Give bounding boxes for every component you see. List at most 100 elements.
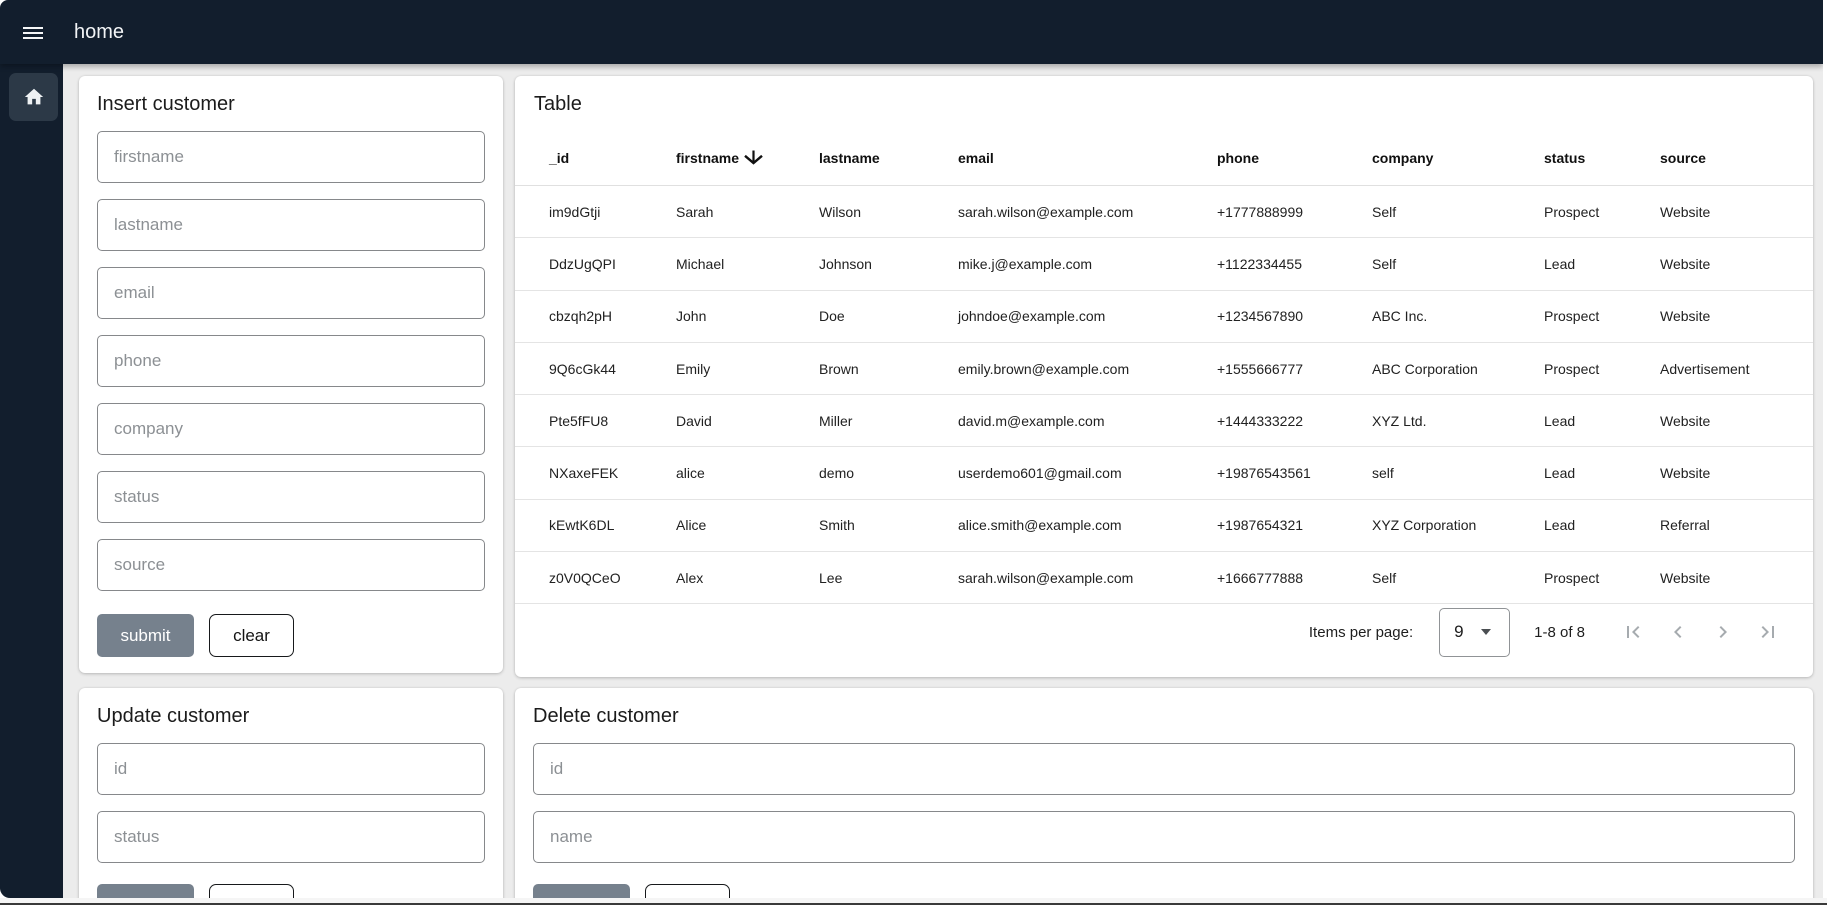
table-card: Table _id firstname lastname email phone… <box>515 76 1813 677</box>
cell-id: 9Q6cGk44 <box>549 361 676 377</box>
cell-source: Website <box>1660 256 1793 272</box>
table-row[interactable]: DdzUgQPI Michael Johnson mike.j@example.… <box>515 238 1813 290</box>
home-icon <box>23 86 45 108</box>
cell-id: cbzqh2pH <box>549 308 676 324</box>
update-form-fields <box>97 743 485 863</box>
table-row[interactable]: NXaxeFEK alice demo userdemo601@gmail.co… <box>515 447 1813 499</box>
first-page-button[interactable] <box>1610 610 1655 655</box>
cell-firstname: Michael <box>676 256 819 272</box>
cell-status: Prospect <box>1544 204 1660 220</box>
table-row[interactable]: cbzqh2pH John Doe johndoe@example.com +1… <box>515 291 1813 343</box>
cell-status: Lead <box>1544 517 1660 533</box>
cell-email: david.m@example.com <box>958 413 1217 429</box>
column-header-company[interactable]: company <box>1372 150 1544 166</box>
table-row[interactable]: 9Q6cGk44 Emily Brown emily.brown@example… <box>515 343 1813 395</box>
delete-submit-button[interactable]: submit <box>533 884 630 898</box>
update-form-input[interactable] <box>97 743 485 795</box>
table-paginator: Items per page: 9 1-8 of 8 <box>515 603 1813 677</box>
update-submit-button[interactable]: submit <box>97 884 194 898</box>
column-header-status[interactable]: status <box>1544 150 1660 166</box>
first-page-icon <box>1621 620 1645 644</box>
cell-status: Lead <box>1544 465 1660 481</box>
delete-form-input[interactable] <box>533 743 1795 795</box>
insert-form-input[interactable] <box>97 471 485 523</box>
cell-status: Prospect <box>1544 570 1660 586</box>
column-header-lastname[interactable]: lastname <box>819 150 958 166</box>
cell-id: kEwtK6DL <box>549 517 676 533</box>
cell-phone: +1987654321 <box>1217 517 1372 533</box>
cell-phone: +19876543561 <box>1217 465 1372 481</box>
delete-card-title: Delete customer <box>533 688 1795 728</box>
cell-firstname: Sarah <box>676 204 819 220</box>
insert-form-input[interactable] <box>97 199 485 251</box>
last-page-icon <box>1756 620 1780 644</box>
cell-company: ABC Corporation <box>1372 361 1544 377</box>
insert-clear-button[interactable]: clear <box>209 614 294 657</box>
delete-form-input[interactable] <box>533 811 1795 863</box>
paginator-range-label: 1-8 of 8 <box>1534 624 1585 641</box>
column-header-firstname[interactable]: firstname <box>676 150 819 166</box>
delete-form-fields <box>533 743 1795 863</box>
column-header-source[interactable]: source <box>1660 150 1793 166</box>
delete-clear-button[interactable]: clear <box>645 884 730 898</box>
cell-company: XYZ Corporation <box>1372 517 1544 533</box>
cell-source: Website <box>1660 465 1793 481</box>
cell-id: DdzUgQPI <box>549 256 676 272</box>
chevron-right-icon <box>1711 620 1735 644</box>
table-body: im9dGtji Sarah Wilson sarah.wilson@examp… <box>515 186 1813 604</box>
update-form-input[interactable] <box>97 811 485 863</box>
cell-status: Lead <box>1544 256 1660 272</box>
update-clear-button[interactable]: clear <box>209 884 294 898</box>
cell-firstname: John <box>676 308 819 324</box>
table-row[interactable]: z0V0QCeO Alex Lee sarah.wilson@example.c… <box>515 552 1813 604</box>
table-row[interactable]: im9dGtji Sarah Wilson sarah.wilson@examp… <box>515 186 1813 238</box>
cell-company: ABC Inc. <box>1372 308 1544 324</box>
cell-email: sarah.wilson@example.com <box>958 570 1217 586</box>
cell-status: Prospect <box>1544 361 1660 377</box>
page-size-value: 9 <box>1454 622 1463 642</box>
previous-page-button[interactable] <box>1655 610 1700 655</box>
sort-desc-arrow-icon <box>744 150 763 165</box>
column-header-email[interactable]: email <box>958 150 1217 166</box>
cell-lastname: Smith <box>819 517 958 533</box>
insert-form-input[interactable] <box>97 267 485 319</box>
cell-firstname: alice <box>676 465 819 481</box>
column-header-phone[interactable]: phone <box>1217 150 1372 166</box>
cell-company: self <box>1372 465 1544 481</box>
cell-email: sarah.wilson@example.com <box>958 204 1217 220</box>
page-size-select[interactable]: 9 <box>1439 608 1510 657</box>
cell-company: Self <box>1372 256 1544 272</box>
column-header-id[interactable]: _id <box>549 150 676 166</box>
top-toolbar: home <box>0 0 1823 64</box>
cell-source: Website <box>1660 204 1793 220</box>
cell-source: Referral <box>1660 517 1793 533</box>
insert-form-input[interactable] <box>97 403 485 455</box>
insert-form-fields <box>97 131 485 591</box>
insert-customer-card: Insert customer <box>79 76 503 673</box>
last-page-button[interactable] <box>1745 610 1790 655</box>
insert-card-title: Insert customer <box>97 76 485 116</box>
app-window: home Insert customer <box>0 0 1823 898</box>
cell-id: im9dGtji <box>549 204 676 220</box>
table-row[interactable]: kEwtK6DL Alice Smith alice.smith@example… <box>515 500 1813 552</box>
table-row[interactable]: Pte5fFU8 David Miller david.m@example.co… <box>515 395 1813 447</box>
cell-source: Advertisement <box>1660 361 1793 377</box>
cell-source: Website <box>1660 308 1793 324</box>
cell-firstname: Emily <box>676 361 819 377</box>
insert-form-input[interactable] <box>97 131 485 183</box>
cell-email: alice.smith@example.com <box>958 517 1217 533</box>
cell-email: userdemo601@gmail.com <box>958 465 1217 481</box>
hamburger-menu-icon[interactable] <box>23 27 43 40</box>
sidebar-item-home[interactable] <box>9 73 58 121</box>
insert-submit-button[interactable]: submit <box>97 614 194 657</box>
next-page-button[interactable] <box>1700 610 1745 655</box>
insert-form-input[interactable] <box>97 539 485 591</box>
cell-status: Prospect <box>1544 308 1660 324</box>
cell-id: z0V0QCeO <box>549 570 676 586</box>
cell-source: Website <box>1660 413 1793 429</box>
select-caret-icon <box>1481 629 1491 635</box>
cell-phone: +1555666777 <box>1217 361 1372 377</box>
cell-firstname: Alice <box>676 517 819 533</box>
insert-form-input[interactable] <box>97 335 485 387</box>
sidebar <box>0 64 63 898</box>
